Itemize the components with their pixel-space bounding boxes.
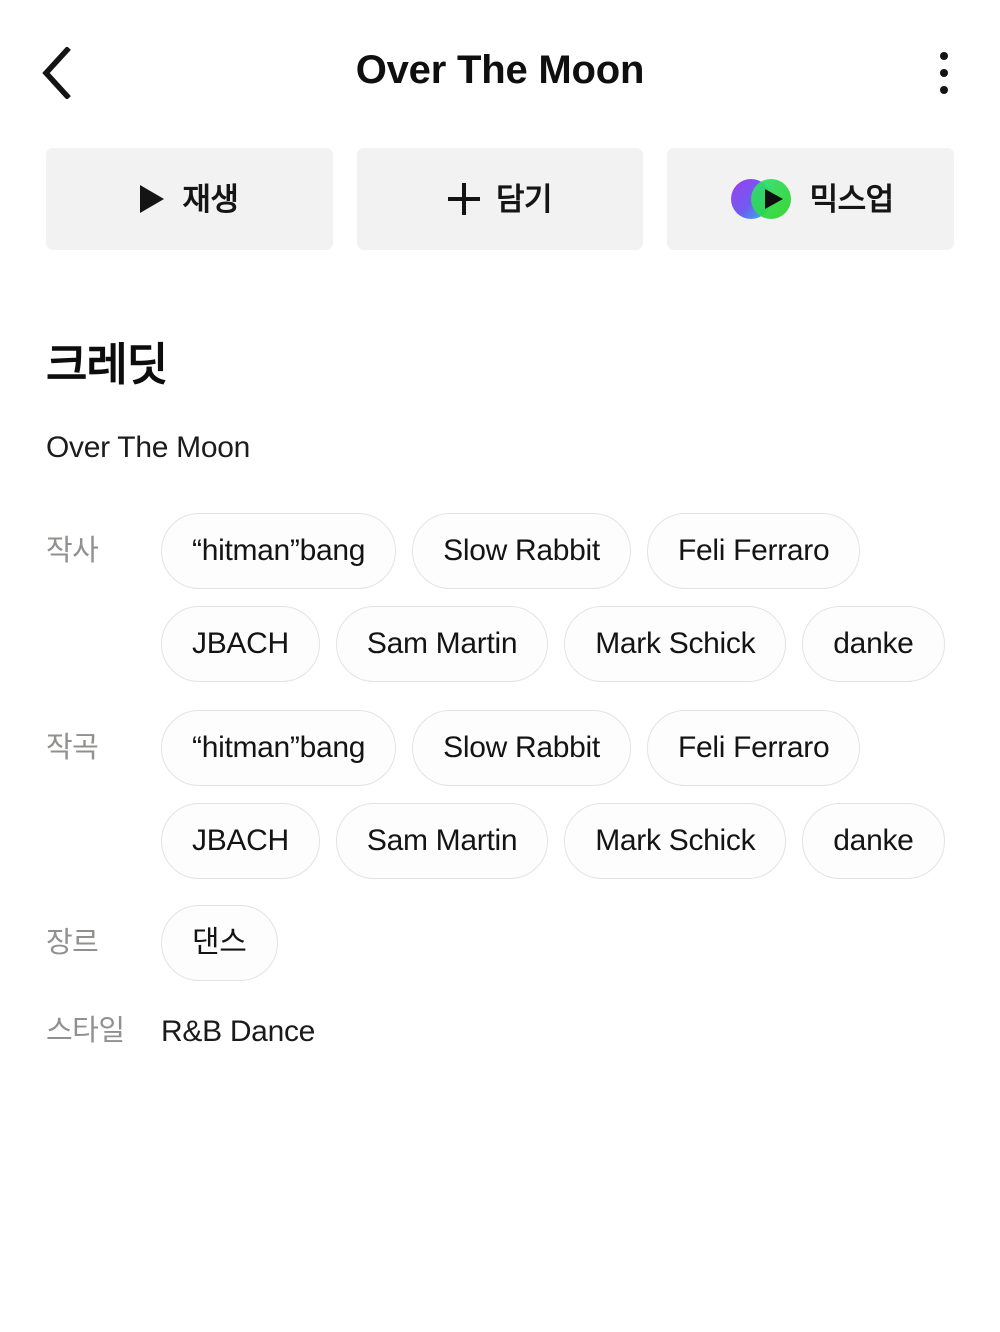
song-credits-screen: Over The Moon 재생 담기 믹스업 크레딧 Over The Moo… [0,0,1000,1332]
credit-label-composer: 작곡 [46,732,99,764]
action-button-row: 재생 담기 믹스업 [0,148,1000,250]
credit-chip[interactable]: JBACH [161,606,320,682]
credit-row-composer: 작곡 “hitman”bang Slow Rabbit Feli Ferraro… [46,710,954,879]
play-button-label: 재생 [182,181,239,217]
credit-chip[interactable]: Sam Martin [335,606,549,682]
save-button-label: 담기 [495,181,553,217]
play-button[interactable]: 재생 [46,148,333,250]
credit-chip[interactable]: Mark Schick [564,606,787,682]
play-icon [140,185,165,213]
mixup-icon [728,178,794,220]
credit-label-lyricist: 작사 [46,535,99,567]
credit-chip[interactable]: danke [802,803,945,879]
credit-label-genre: 장르 [46,927,99,959]
mixup-button-label: 믹스업 [809,181,895,217]
credit-chip[interactable]: Feli Ferraro [646,513,861,589]
credit-chip[interactable]: JBACH [161,803,320,879]
chevron-left-icon [40,47,74,99]
credits-section: 크레딧 Over The Moon 작사 “hitman”bang Slow R… [0,342,1000,1047]
credit-chips-genre: 댄스 [161,905,278,981]
credit-chip[interactable]: Slow Rabbit [412,513,631,589]
save-button[interactable]: 담기 [356,148,644,250]
credit-value-style: R&B Dance [161,1015,316,1048]
page-title: Over The Moon [355,47,645,92]
kebab-menu-icon [940,52,948,94]
mixup-button[interactable]: 믹스업 [667,148,955,250]
more-options-button[interactable] [916,42,972,104]
credit-row-genre: 장르 댄스 [46,905,954,981]
credits-heading: 크레딧 [46,339,168,390]
credit-chip[interactable]: Slow Rabbit [412,710,631,786]
credit-chip[interactable]: Sam Martin [335,803,549,879]
credit-chip[interactable]: “hitman”bang [161,710,397,786]
credit-chip[interactable]: danke [802,606,945,682]
credit-chip[interactable]: “hitman”bang [161,513,397,589]
credit-chips-lyricist: “hitman”bang Slow Rabbit Feli Ferraro JB… [161,513,954,682]
credit-label-style: 스타일 [46,1015,125,1047]
credit-chip[interactable]: 댄스 [161,905,278,981]
credit-chips-composer: “hitman”bang Slow Rabbit Feli Ferraro JB… [161,710,954,879]
credit-row-lyricist: 작사 “hitman”bang Slow Rabbit Feli Ferraro… [46,513,954,682]
top-app-bar: Over The Moon [0,0,1000,135]
plus-icon [447,183,480,215]
credit-row-style: 스타일 R&B Dance [46,1013,954,1047]
credit-chip[interactable]: Mark Schick [564,803,787,879]
credit-chip[interactable]: Feli Ferraro [646,710,861,786]
back-button[interactable] [28,42,86,104]
track-name: Over The Moon [46,431,250,464]
